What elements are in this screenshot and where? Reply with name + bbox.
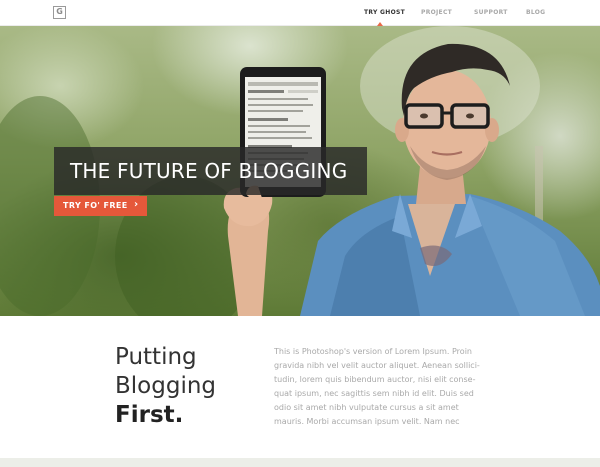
try-for-free-button[interactable]: TRY FO' FREE › <box>54 196 147 216</box>
body-line: gravida nibh vel velit auctor aliquet. A… <box>274 361 480 371</box>
cta-label: TRY FO' FREE <box>63 201 128 210</box>
section-heading: Putting Blogging First. <box>115 343 216 430</box>
body-line: This is Photoshop's version of Lorem Ips… <box>274 347 472 356</box>
hero-tagline: THE FUTURE OF BLOGGING <box>70 159 348 183</box>
heading-line-2: Blogging <box>115 373 217 399</box>
body-line: mauris. Morbi accumsan ipsum velit. Nam … <box>274 417 460 427</box>
nav-item-try-ghost[interactable]: TRY GHOST <box>364 9 405 16</box>
hero-banner: THE FUTURE OF BLOGGING TRY FO' FREE › <box>0 26 600 316</box>
heading-line-1: Putting <box>115 344 197 370</box>
hero-tagline-box: THE FUTURE OF BLOGGING <box>54 147 367 195</box>
nav-item-blog[interactable]: BLOG <box>526 9 545 16</box>
body-line: tudin, lorem quis bibendum auctor, nisi … <box>274 375 476 385</box>
nav-item-project[interactable]: PROJECT <box>421 9 452 16</box>
heading-line-3: First. <box>115 402 184 428</box>
footer-strip <box>0 458 600 467</box>
nav-item-support[interactable]: SUPPORT <box>474 9 508 16</box>
top-navigation-bar: G TRY GHOST PROJECT SUPPORT BLOG <box>0 0 600 26</box>
body-paragraph: This is Photoshop's version of Lorem Ips… <box>274 345 494 430</box>
body-line: quat ipsum, nec sagittis sem nibh id eli… <box>274 389 474 399</box>
chevron-right-icon: › <box>134 199 139 210</box>
body-line: odio sit amet nibh vulputate cursus a si… <box>274 403 459 413</box>
ghost-logo-icon[interactable]: G <box>53 6 66 19</box>
